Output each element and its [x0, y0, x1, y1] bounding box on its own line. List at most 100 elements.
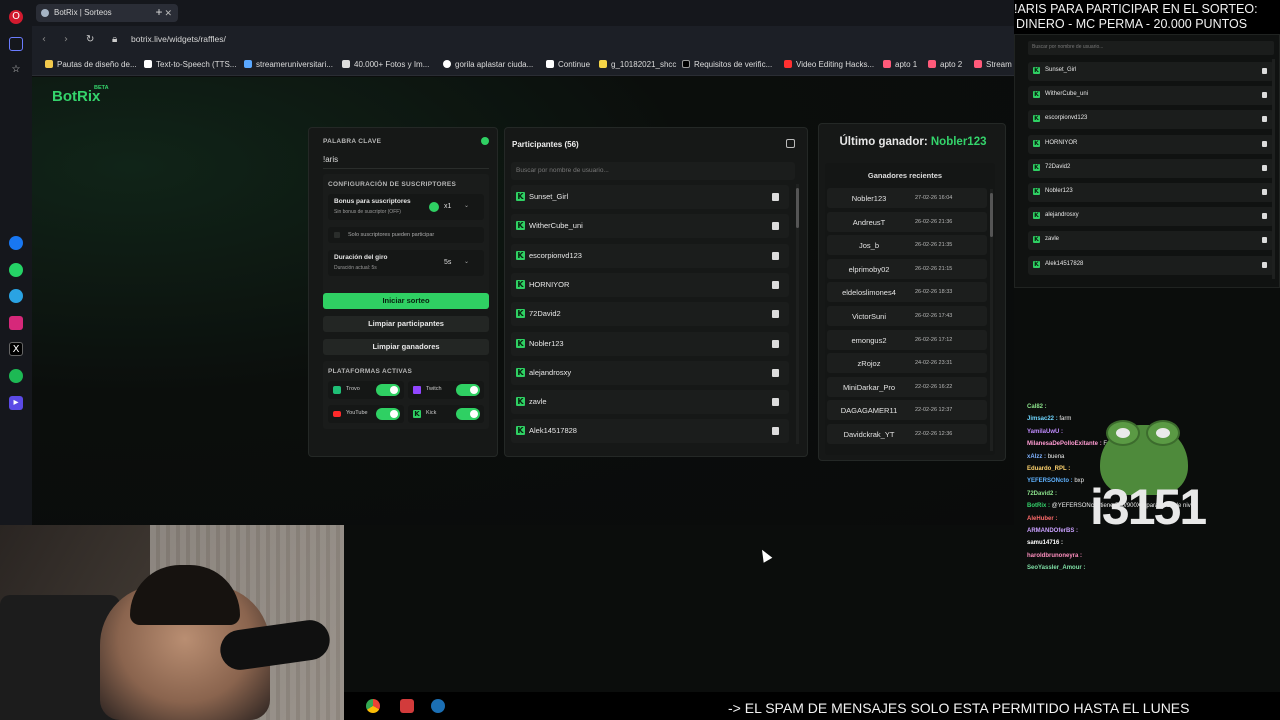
steam-icon[interactable] — [431, 699, 445, 713]
chat-message: Jimsac22 : farm — [1027, 416, 1071, 422]
subs-only-row[interactable]: Solo suscriptores pueden participar — [328, 227, 484, 243]
winner-date: 27-02-26 16:04 — [915, 195, 953, 201]
opera-logo-icon[interactable]: O — [9, 10, 23, 24]
platform-youtube: YouTube — [328, 405, 404, 423]
clear-participants-button[interactable]: Limpiar participantes — [323, 316, 489, 332]
bonus-multiplier-select[interactable]: x1 — [444, 203, 451, 210]
home-icon[interactable] — [9, 37, 23, 51]
platform-twitch: Twitch — [408, 381, 484, 399]
trash-icon[interactable] — [772, 310, 779, 319]
winner-date: 26-02-26 17:12 — [915, 336, 953, 343]
start-raffle-button[interactable]: Iniciar sorteo — [323, 293, 489, 309]
overlay-participant-name: alejandrosxy — [1045, 212, 1079, 219]
bookmark-item[interactable]: Text-to-Speech (TTS... — [144, 60, 236, 69]
chat-username: Cal82 : — [1027, 404, 1047, 410]
kick-icon: K — [1033, 163, 1040, 171]
scrollbar-thumb[interactable] — [796, 188, 799, 228]
trash-icon — [1262, 140, 1267, 147]
bookmark-item[interactable]: gorila aplastar ciuda... — [443, 60, 533, 69]
participant-name: 72David2 — [529, 309, 561, 319]
chat-text: farm — [1059, 416, 1072, 423]
forward-icon[interactable]: › — [64, 34, 68, 45]
last-winner-label: Último ganador: — [839, 136, 928, 148]
keyword-input[interactable]: !aris — [323, 155, 338, 164]
bookmark-item[interactable]: Pautas de diseño de... — [45, 60, 137, 69]
participant-row: K WitherCube_uni — [511, 214, 789, 239]
scrollbar[interactable] — [990, 189, 993, 451]
scrollbar[interactable] — [796, 184, 799, 444]
platforms-box: PLATAFORMAS ACTIVAS Trovo Twitch YouTube… — [323, 361, 489, 429]
trash-icon[interactable] — [772, 222, 779, 231]
tab-favicon-icon — [41, 9, 49, 17]
winner-name: Jos_b — [858, 241, 879, 251]
participant-row: Kescorpionvd123 — [511, 243, 789, 268]
bookmark-item[interactable]: Video Editing Hacks... — [784, 60, 874, 69]
telegram-icon[interactable] — [9, 289, 23, 303]
browser-sidebar: O ☆ X ▸ — [0, 0, 32, 525]
clear-winners-button[interactable]: Limpiar ganadores — [323, 339, 489, 355]
bookmark-item[interactable]: g_10182021_shcc — [599, 60, 676, 69]
overlay-participant-row: K WitherCube_uni — [1028, 86, 1274, 106]
bookmark-item[interactable]: Continue — [546, 60, 590, 69]
star-icon[interactable]: ☆ — [9, 63, 23, 77]
overlay-search-placeholder: Buscar por nombre de usuario... — [1032, 44, 1104, 50]
copy-icon[interactable] — [786, 139, 795, 148]
subs-only-checkbox[interactable] — [334, 232, 340, 238]
spin-duration-select[interactable]: 5s — [444, 259, 451, 266]
bookmark-item[interactable]: Stream — [974, 60, 1012, 69]
trash-icon[interactable] — [772, 251, 779, 260]
bookmark-item[interactable]: Requisitos de verific... — [682, 60, 772, 69]
overlay-participant-name: HORNIYOR — [1045, 139, 1078, 146]
botrix-page: BotRix BETA PALABRA CLAVE !aris CONFIGUR… — [32, 77, 1014, 525]
info-icon[interactable] — [481, 137, 489, 145]
trash-icon[interactable] — [772, 280, 779, 289]
config-panel: PALABRA CLAVE !aris CONFIGURACIÓN DE SUS… — [308, 127, 498, 457]
kick-icon: K — [516, 426, 525, 436]
chat-username: haroldbrunoneyra : — [1027, 552, 1083, 559]
chat-username: BotRix : — [1027, 503, 1050, 510]
x-icon[interactable]: X — [9, 342, 23, 356]
new-tab-button[interactable]: + — [152, 5, 166, 19]
participant-name: escorpionvd123 — [529, 250, 582, 260]
twitch-toggle[interactable] — [456, 384, 480, 396]
bonus-toggle-icon[interactable] — [429, 202, 439, 212]
trash-icon[interactable] — [772, 427, 779, 436]
participants-search-input[interactable]: Buscar por nombre de usuario... — [511, 162, 795, 180]
stream-banner: !ARIS PARA PARTICIPAR EN EL SORTEO: DINE… — [1014, 0, 1280, 34]
keyword-label: PALABRA CLAVE — [323, 138, 382, 145]
winner-row: Jos_b 26-02-26 21:35 — [827, 235, 987, 256]
chat-message: xAlzz : buena — [1027, 454, 1064, 460]
spotify-icon[interactable] — [9, 369, 23, 383]
reload-icon[interactable]: ↻ — [86, 34, 94, 45]
winner-row: MiniDarkar_Pro 22-02-26 16:22 — [827, 376, 987, 397]
chrome-icon[interactable] — [366, 699, 380, 713]
youtube-toggle[interactable] — [376, 408, 400, 420]
bookmark-item[interactable]: apto 1 — [883, 60, 917, 69]
trash-icon[interactable] — [772, 339, 779, 348]
trash-icon[interactable] — [772, 398, 779, 407]
whatsapp-icon[interactable] — [9, 263, 23, 277]
beta-badge: BETA — [94, 85, 109, 91]
player-icon[interactable]: ▸ — [9, 396, 23, 410]
trovo-toggle[interactable] — [376, 384, 400, 396]
participant-name: WitherCube_uni — [529, 221, 583, 231]
trash-icon[interactable] — [772, 193, 779, 201]
bookmark-item[interactable]: streameruniversitari... — [244, 60, 333, 69]
messenger-icon[interactable] — [9, 236, 23, 250]
scrollbar-thumb[interactable] — [990, 193, 993, 237]
bookmark-item[interactable]: apto 2 — [928, 60, 962, 69]
bookmark-item[interactable]: 40.000+ Fotos y Im... — [342, 60, 429, 69]
search-placeholder: Buscar por nombre de usuario... — [516, 167, 609, 174]
back-icon[interactable]: ‹ — [42, 34, 46, 45]
instagram-icon[interactable] — [9, 316, 23, 330]
app-icon[interactable] — [400, 699, 414, 713]
address-bar: ‹ › ↻ 🔒︎ botrix.live/widgets/raffles/ — [32, 26, 1014, 54]
winners-panel: Último ganador: Nobler123 Ganadores reci… — [818, 123, 1006, 461]
kick-toggle[interactable] — [456, 408, 480, 420]
chat-message: Cal82 : — [1027, 404, 1047, 410]
winner-date: 24-02-26 23:31 — [915, 360, 953, 367]
url-field[interactable]: botrix.live/widgets/raffles/ — [131, 34, 226, 44]
bonus-subtitle: Sin bonus de suscriptor (OFF) — [334, 209, 401, 215]
kick-icon: K — [1033, 139, 1040, 147]
trash-icon[interactable] — [772, 368, 779, 377]
